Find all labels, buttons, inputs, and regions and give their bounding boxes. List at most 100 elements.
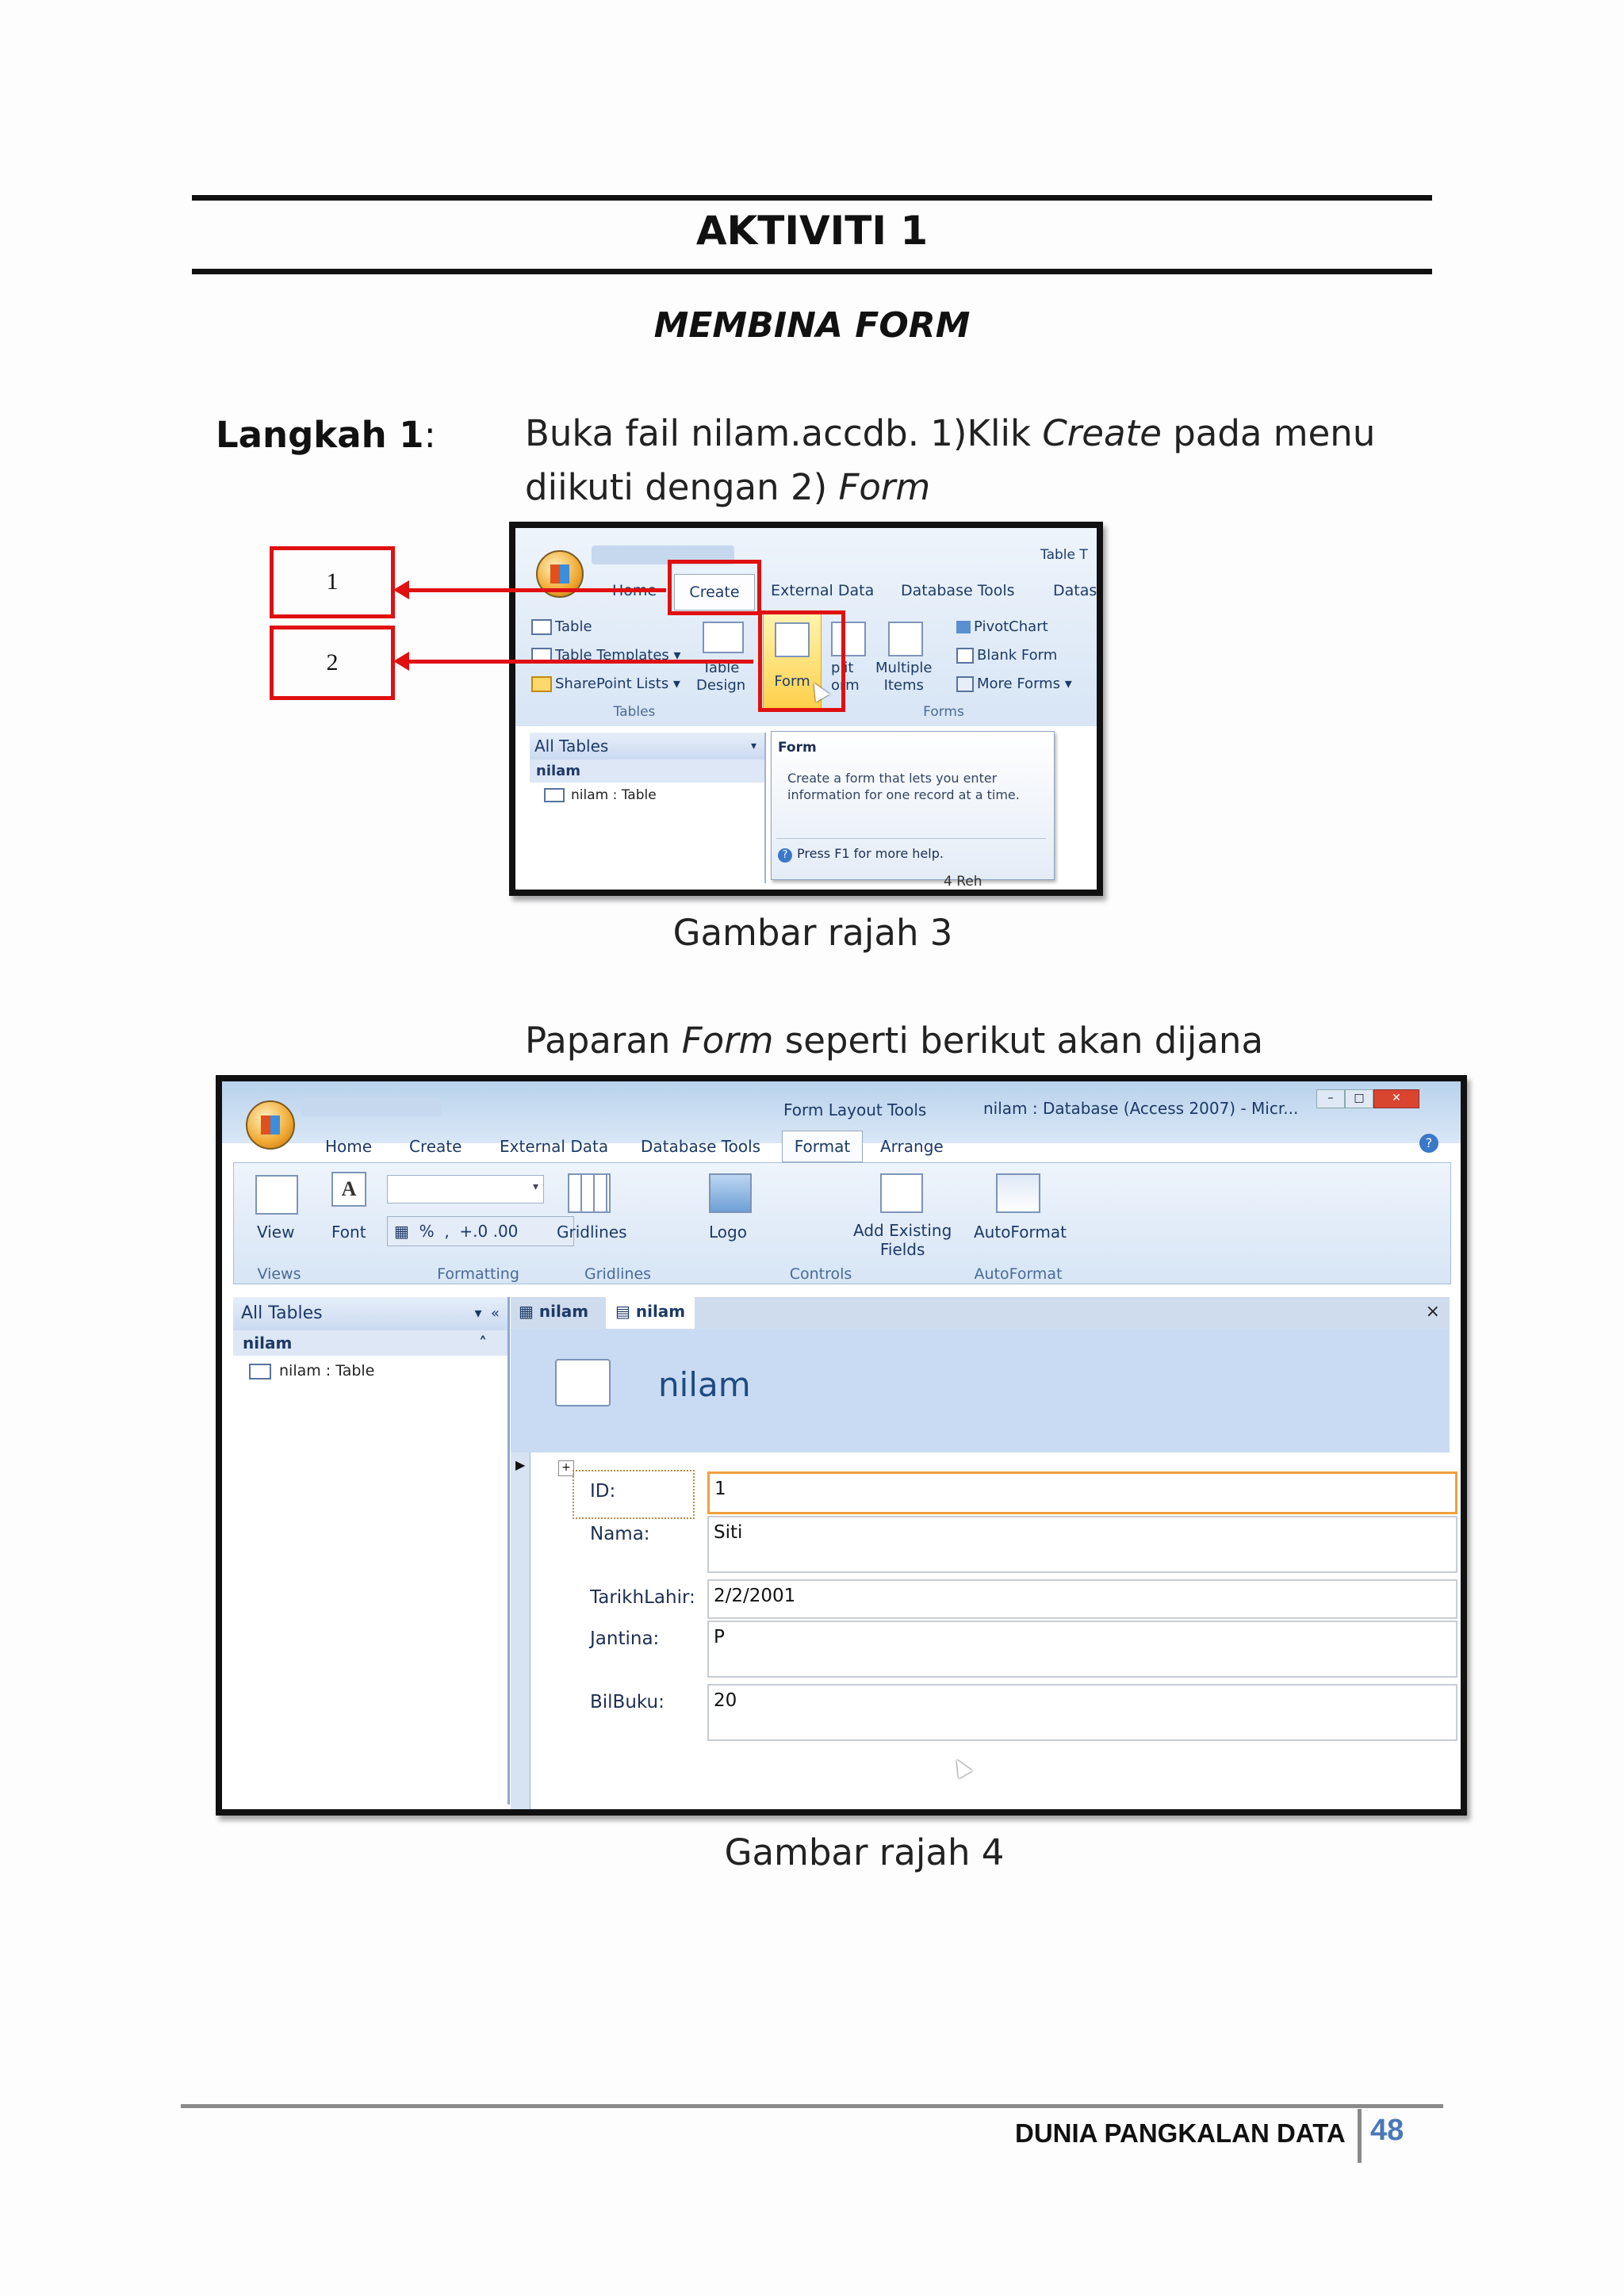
- page-subtitle: MEMBINA FORM: [0, 305, 1624, 346]
- btn-pivotchart[interactable]: PivotChart: [956, 618, 1048, 635]
- btn-more-forms[interactable]: More Forms ▾: [956, 675, 1072, 692]
- field-jantina[interactable]: P: [707, 1621, 1457, 1678]
- nav-pane-header-label: All Tables: [534, 737, 609, 756]
- arrow-2-head: [393, 652, 409, 671]
- nav-dropdown-icon: ▾: [750, 740, 756, 752]
- btn-table-design[interactable]: Table Design: [696, 660, 745, 695]
- tab-format[interactable]: Format: [782, 1131, 863, 1162]
- field-label-id: ID:: [590, 1481, 616, 1502]
- field-label-nama: Nama:: [590, 1524, 650, 1544]
- collapse-pane-icon[interactable]: ▾ «: [475, 1297, 500, 1330]
- btn-gridlines[interactable]: Gridlines: [557, 1223, 627, 1242]
- field-label-bilbuku: BilBuku:: [590, 1692, 665, 1712]
- nav-pane-header[interactable]: All Tables ▾ «: [233, 1297, 508, 1330]
- layout-move-handle-icon[interactable]: +: [558, 1460, 574, 1476]
- btn-more-forms-label: More Forms: [977, 675, 1061, 692]
- group-label-gridlines: Gridlines: [584, 1265, 652, 1283]
- close-button[interactable]: ✕: [1373, 1089, 1419, 1108]
- btn-blank-form[interactable]: Blank Form: [956, 647, 1057, 664]
- btn-sharepoint-lists-label: SharePoint Lists: [555, 675, 669, 692]
- callout-label-2: 2: [326, 649, 339, 675]
- mouse-cursor-icon: [949, 1755, 973, 1779]
- table-icon: [544, 788, 565, 802]
- nav-pane-header[interactable]: All Tables ▾: [530, 733, 764, 760]
- format-dropdown[interactable]: ▾: [387, 1175, 544, 1203]
- btn-autoformat[interactable]: AutoFormat: [974, 1223, 1067, 1242]
- tab-create[interactable]: Create: [409, 1137, 462, 1156]
- para2-italic: Form: [681, 1020, 774, 1062]
- step-line1-a: Buka fail nilam.accdb. 1)Klik: [525, 412, 1043, 454]
- doc-tab-form[interactable]: ▤ nilam: [606, 1297, 695, 1329]
- logo-icon: [709, 1173, 752, 1213]
- tab-home[interactable]: Home: [325, 1137, 372, 1156]
- font-icon: A: [331, 1172, 366, 1207]
- field-label-tarikhlahir: TarikhLahir:: [590, 1587, 695, 1608]
- field-nama[interactable]: Siti: [707, 1516, 1457, 1573]
- tooltip-title: Form: [778, 740, 817, 756]
- field-tarikhlahir[interactable]: 2/2/2001: [707, 1579, 1457, 1619]
- doc-tab-table[interactable]: ▦ nilam: [519, 1302, 588, 1321]
- nav-item-nilam-table[interactable]: nilam : Table: [530, 783, 764, 808]
- btn-sharepoint-lists[interactable]: SharePoint Lists ▾: [531, 675, 680, 692]
- nav-pane-header-label: All Tables: [241, 1303, 323, 1323]
- office-button[interactable]: [246, 1100, 295, 1150]
- nav-item-label: nilam : Table: [571, 787, 657, 803]
- tab-datasheet[interactable]: Datas: [1053, 582, 1097, 599]
- help-icon[interactable]: ?: [1419, 1134, 1438, 1153]
- nav-group-nilam[interactable]: nilam ˄: [233, 1330, 508, 1356]
- btn-font[interactable]: Font: [331, 1223, 366, 1242]
- nav-group-label: nilam: [243, 1334, 293, 1353]
- group-label-controls: Controls: [789, 1265, 852, 1283]
- maximize-button[interactable]: □: [1345, 1089, 1373, 1108]
- record-selector[interactable]: ▶: [511, 1452, 530, 1809]
- btn-logo[interactable]: Logo: [709, 1223, 747, 1242]
- highlight-create-tab: [668, 560, 761, 615]
- field-bilbuku[interactable]: 20: [707, 1684, 1457, 1741]
- tooltip-help-label: Press F1 for more help.: [797, 846, 944, 861]
- help-icon: ?: [778, 848, 792, 863]
- step-text-line2: diikuti dengan 2) Form: [525, 466, 930, 508]
- btn-pivotchart-label: PivotChart: [974, 618, 1048, 635]
- btn-table-label: Table: [555, 618, 592, 635]
- step-line1-b: pada menu: [1161, 412, 1376, 454]
- field-id[interactable]: 1: [707, 1471, 1457, 1514]
- nav-item-nilam-table[interactable]: nilam : Table: [233, 1356, 508, 1386]
- multiple-items-line1: Multiple: [875, 660, 933, 676]
- group-label-autoformat: AutoFormat: [974, 1265, 1063, 1283]
- tab-format-label: Format: [794, 1137, 851, 1156]
- btn-multiple-items[interactable]: Multiple Items: [875, 660, 933, 695]
- number-format-buttons[interactable]: ▦ % , +.0 .00: [387, 1216, 574, 1246]
- arrow-2-line: [404, 660, 753, 664]
- tab-database-tools[interactable]: Database Tools: [641, 1137, 760, 1156]
- gridlines-icon: [568, 1173, 611, 1213]
- pivotchart-icon: [956, 621, 971, 633]
- tab-external-data[interactable]: External Data: [500, 1137, 608, 1156]
- step-label-colon: :: [423, 414, 436, 456]
- more-forms-icon: [956, 676, 974, 692]
- close-doc-icon[interactable]: ×: [1426, 1302, 1440, 1322]
- form-title: nilam: [658, 1365, 751, 1404]
- window-title: nilam : Database (Access 2007) - Micr...: [983, 1099, 1299, 1118]
- arrow-1-head: [393, 580, 409, 599]
- btn-blank-form-label: Blank Form: [977, 647, 1058, 664]
- tab-arrange[interactable]: Arrange: [880, 1137, 944, 1156]
- office-logo-icon: [550, 564, 569, 584]
- record-pointer-icon: ▶: [515, 1457, 526, 1472]
- minimize-button[interactable]: –: [1316, 1089, 1345, 1108]
- caption-figure-4: Gambar rajah 4: [724, 1831, 1005, 1873]
- callout-box-2: 2: [270, 626, 395, 700]
- form-tooltip: Form Create a form that lets you enter i…: [771, 731, 1055, 880]
- btn-add-existing-fields[interactable]: Add Existing Fields: [853, 1221, 952, 1259]
- caption-figure-3: Gambar rajah 3: [672, 912, 953, 954]
- tooltip-body: Create a form that lets you enter inform…: [787, 771, 1020, 802]
- nav-group-nilam[interactable]: nilam: [530, 760, 764, 783]
- para2-a: Paparan: [525, 1020, 682, 1062]
- tab-database-tools[interactable]: Database Tools: [901, 582, 1015, 599]
- btn-view[interactable]: View: [257, 1223, 294, 1242]
- btn-table[interactable]: Table: [531, 618, 592, 635]
- tab-external-data[interactable]: External Data: [771, 582, 874, 599]
- table-icon: [531, 619, 552, 635]
- table-design-line2: Design: [696, 677, 746, 694]
- callout-box-1: 1: [270, 546, 395, 618]
- subtitle-plain: MEMBINA: [653, 305, 856, 346]
